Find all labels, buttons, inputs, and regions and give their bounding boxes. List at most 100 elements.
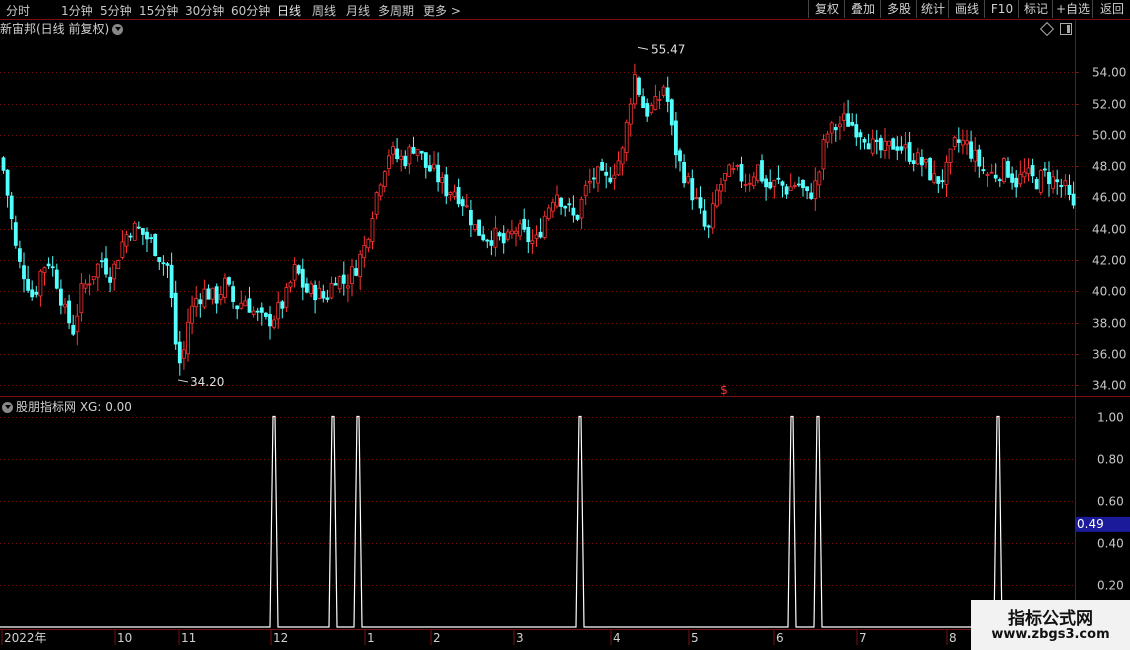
candle-down <box>259 307 264 313</box>
candle-up <box>358 253 363 278</box>
candle-up <box>596 166 600 184</box>
candle-up <box>79 283 84 314</box>
candle-down <box>956 139 961 143</box>
candle-down <box>571 207 576 216</box>
candle-down <box>268 314 272 327</box>
candle-up <box>756 164 760 181</box>
candle-up <box>239 302 244 309</box>
candle-down <box>419 150 424 154</box>
add-favorite-button[interactable]: +自选 <box>1052 0 1093 18</box>
period-tab[interactable]: 周线 <box>312 2 336 19</box>
candle-up <box>337 276 342 290</box>
indicator-tick-label: 1.00 <box>1097 411 1124 425</box>
candle-down <box>321 291 326 299</box>
multi-stock-button[interactable]: 多股 <box>880 0 917 18</box>
candle-down <box>50 266 55 269</box>
candle-down <box>604 171 609 176</box>
price-tick-label: 50.00 <box>1092 129 1126 143</box>
period-tab[interactable]: 多周期 <box>378 2 414 19</box>
candle-up <box>190 305 195 324</box>
fq-button[interactable]: 复权 <box>808 0 845 18</box>
period-tab-active[interactable]: 日线 <box>277 2 301 19</box>
indicator-tick-label: 0.60 <box>1097 495 1124 509</box>
candle-up <box>370 218 375 242</box>
candle-down <box>563 205 568 209</box>
candle-down <box>936 176 941 184</box>
candle-down <box>780 181 785 186</box>
watermark: 指标公式网 www.zbgs3.com <box>971 600 1130 650</box>
candle-up <box>473 224 477 230</box>
candle-up <box>218 294 223 300</box>
x-tick-label: 1 <box>367 631 375 645</box>
candle-up <box>653 96 658 110</box>
candle-down <box>1071 193 1076 206</box>
candle-down <box>760 160 764 182</box>
candle-up <box>63 303 67 308</box>
stock-chart[interactable]: 34.00 36.00 38.00 40.00 42.00 44.00 46.00 48.00… <box>0 0 1130 650</box>
overlay-button[interactable]: 叠加 <box>844 0 881 18</box>
period-tab[interactable]: 30分钟 <box>185 2 224 19</box>
dividend-marker: $ <box>720 383 728 397</box>
candle-down <box>46 263 51 267</box>
candle-up <box>883 140 887 151</box>
candle-up <box>440 177 445 184</box>
candle-down <box>1043 168 1047 171</box>
candle-up <box>288 281 293 288</box>
candle-down <box>637 77 641 95</box>
candle-down <box>214 286 219 304</box>
candle-down <box>313 284 318 301</box>
candle-down <box>108 276 112 283</box>
candle-down <box>911 160 916 164</box>
candle-up <box>825 133 830 143</box>
period-tab[interactable]: 月线 <box>346 2 370 19</box>
candle-down <box>1010 173 1014 183</box>
candle-down <box>444 174 449 197</box>
period-tab[interactable]: 60分钟 <box>231 2 270 19</box>
candle-up <box>309 283 313 295</box>
candle-down <box>206 288 211 300</box>
candle-down <box>5 169 10 196</box>
candle-up <box>399 155 404 160</box>
draw-button[interactable]: 画线 <box>948 0 985 18</box>
candle-up <box>534 234 539 239</box>
x-tick-label: 8 <box>949 631 957 645</box>
candle-up <box>350 266 354 284</box>
indicator-title: 股朋指标网 XG: 0.00 <box>16 400 132 414</box>
candle-down <box>227 277 231 285</box>
candle-up <box>1022 171 1027 178</box>
candle-up <box>1026 167 1031 175</box>
candle-down <box>997 179 1002 182</box>
chevron-down-icon[interactable] <box>112 24 124 35</box>
candle-up <box>661 86 666 96</box>
low-annotation: 34.20 <box>190 375 224 389</box>
stats-button[interactable]: 统计 <box>916 0 949 18</box>
candle-down <box>177 341 182 364</box>
x-tick-label: 11 <box>181 631 196 645</box>
candle-up <box>391 146 395 155</box>
candle-up <box>95 263 100 278</box>
more-periods[interactable]: 更多 > <box>423 2 461 19</box>
period-tab[interactable]: 分时 <box>6 2 30 19</box>
period-tab[interactable]: 15分钟 <box>139 2 178 19</box>
candle-down <box>739 164 744 182</box>
price-tick-label: 52.00 <box>1092 98 1126 112</box>
candle-down <box>481 234 486 241</box>
candle-up <box>202 288 207 308</box>
f10-button[interactable]: F10 <box>984 0 1019 18</box>
candle-up <box>727 164 732 177</box>
candle-up <box>985 173 990 176</box>
mark-button[interactable]: 标记 <box>1018 0 1053 18</box>
candle-up <box>887 140 891 147</box>
period-tab[interactable]: 5分钟 <box>100 2 132 19</box>
window-icon[interactable] <box>1060 23 1072 35</box>
candle-down <box>423 152 428 168</box>
chevron-down-icon[interactable] <box>2 402 13 413</box>
candle-down <box>157 257 162 262</box>
candle-down <box>665 87 670 102</box>
candle-up <box>292 264 297 281</box>
candle-up <box>579 198 584 219</box>
back-button[interactable]: 返回 <box>1092 0 1130 18</box>
candle-down <box>526 227 531 243</box>
candle-down <box>54 269 59 289</box>
period-tab[interactable]: 1分钟 <box>61 2 93 19</box>
